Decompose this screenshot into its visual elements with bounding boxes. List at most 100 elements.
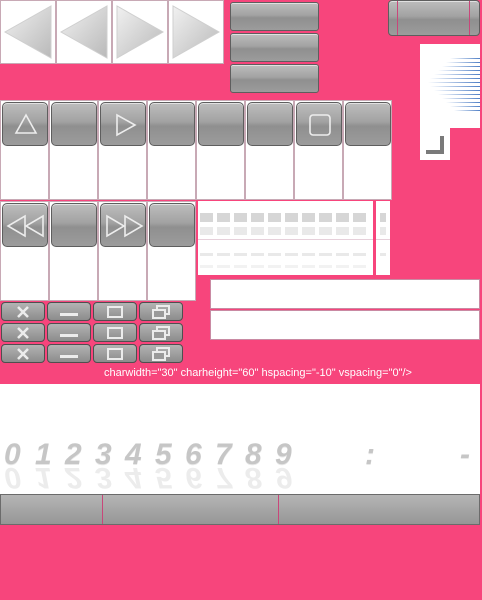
media-cell (294, 100, 343, 200)
input-strip-1[interactable] (210, 279, 480, 309)
resize-grip[interactable] (420, 128, 450, 160)
blank-button[interactable] (247, 102, 293, 146)
digit-reflection: 0 (4, 461, 21, 494)
eject-button[interactable] (2, 102, 48, 146)
stack-bar-1[interactable] (230, 2, 319, 31)
window-controls-grid (0, 302, 186, 364)
digit-reflection: 2 (65, 461, 82, 494)
close-icon (17, 326, 29, 339)
rewind-icon (6, 214, 44, 238)
restore-button[interactable] (139, 323, 183, 342)
digit-reflection: 8 (245, 461, 262, 494)
close-icon (17, 347, 29, 360)
blank-button[interactable] (149, 203, 195, 247)
bottom-bar-segment-divider (278, 495, 279, 524)
minimize-icon (60, 333, 78, 337)
level-side-strip (376, 201, 390, 275)
minimize-button[interactable] (47, 323, 91, 342)
close-button[interactable] (1, 344, 45, 363)
level-bar-row (198, 253, 373, 259)
close-button[interactable] (1, 323, 45, 342)
maximize-icon (107, 305, 123, 318)
media-cell (196, 100, 245, 200)
nav-arrow-tile-3[interactable] (112, 0, 168, 64)
minimize-button[interactable] (47, 344, 91, 363)
digit-reflection: 5 (155, 461, 172, 494)
nav-arrow-tile-2[interactable] (56, 0, 112, 64)
close-icon (17, 305, 29, 318)
panel-divider (198, 239, 373, 240)
level-bar-row (198, 213, 373, 223)
maximize-icon (107, 326, 123, 339)
arrow-left-icon (59, 5, 108, 59)
level-bar-row (198, 265, 373, 271)
stop-icon (309, 114, 331, 136)
media-cell (49, 100, 98, 200)
eject-icon (14, 113, 38, 134)
digit-reflection: 6 (185, 461, 202, 494)
digit-font-panel: 0 1 2 3 4 5 6 7 8 9 : - 0 1 2 3 4 5 6 7 … (0, 384, 480, 494)
segment-divider (469, 1, 470, 35)
play-button[interactable] (100, 102, 146, 146)
skin-note-text: charwidth="30" charheight="60" hspacing=… (104, 367, 412, 379)
blank-button[interactable] (345, 102, 391, 146)
maximize-icon (107, 347, 123, 360)
restore-icon (152, 325, 170, 340)
arrow-right-icon (172, 5, 221, 59)
play-icon (116, 113, 137, 137)
restore-icon (152, 346, 170, 361)
blank-button[interactable] (51, 203, 97, 247)
digit-reflection: 4 (125, 461, 142, 494)
blank-button[interactable] (51, 102, 97, 146)
blank-button[interactable] (149, 102, 195, 146)
digit-dash: - (460, 438, 470, 471)
minimize-icon (60, 312, 78, 316)
media-cell (245, 100, 294, 200)
segment-divider (397, 1, 398, 35)
blue-stripes-graphic (428, 58, 480, 111)
media-cell (0, 201, 49, 301)
segmented-bar[interactable] (388, 0, 480, 36)
media-row-b (0, 201, 196, 301)
arrow-left-icon (3, 5, 52, 59)
fast-forward-button[interactable] (100, 203, 146, 247)
media-cell (49, 201, 98, 301)
maximize-button[interactable] (93, 302, 137, 321)
bottom-bar (0, 494, 480, 525)
media-cell (147, 100, 196, 200)
stack-bar-3[interactable] (230, 64, 319, 93)
maximize-button[interactable] (93, 344, 137, 363)
bottom-bar-segment-divider (102, 495, 103, 524)
media-cell (98, 100, 147, 200)
nav-arrow-tile-4[interactable] (168, 0, 224, 64)
input-strip-2[interactable] (210, 310, 480, 340)
minimize-button[interactable] (47, 302, 91, 321)
resize-corner-icon (426, 136, 444, 154)
level-bar-row (198, 227, 373, 237)
digit-reflection: 7 (215, 461, 232, 494)
media-cell (98, 201, 147, 301)
close-button[interactable] (1, 302, 45, 321)
blank-button[interactable] (198, 102, 244, 146)
media-row-a (0, 100, 392, 200)
maximize-button[interactable] (93, 323, 137, 342)
media-cell (147, 201, 196, 301)
level-bars-panel (198, 201, 373, 275)
nav-arrow-tile-1[interactable] (0, 0, 56, 64)
restore-icon (152, 304, 170, 319)
restore-button[interactable] (139, 302, 183, 321)
arrow-right-icon (116, 5, 165, 59)
rewind-button[interactable] (2, 203, 48, 247)
digit-colon: : (365, 438, 375, 471)
gradient-preview (420, 44, 480, 128)
stop-button[interactable] (296, 102, 342, 146)
media-cell (0, 100, 49, 200)
digit-reflection: 9 (275, 461, 292, 494)
stack-bar-2[interactable] (230, 33, 319, 62)
digit-reflection: 3 (95, 461, 112, 494)
minimize-icon (60, 354, 78, 358)
fast-forward-icon (106, 214, 144, 238)
digit-reflection: 1 (35, 461, 52, 494)
media-cell (343, 100, 392, 200)
restore-button[interactable] (139, 344, 183, 363)
